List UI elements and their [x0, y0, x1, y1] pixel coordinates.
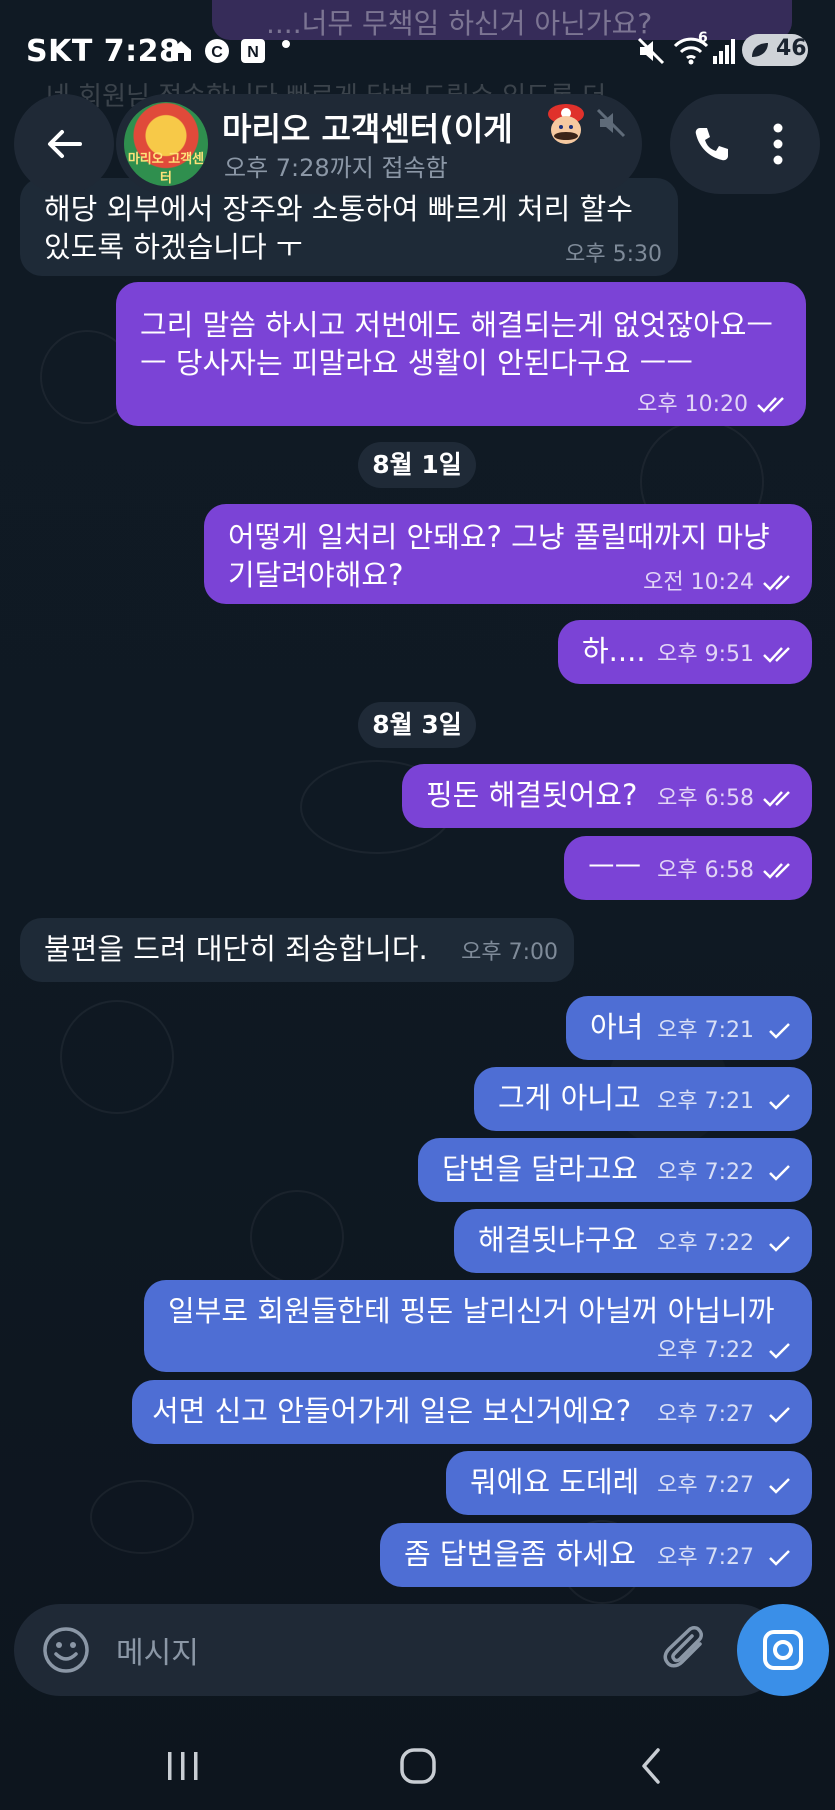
svg-text:N: N [247, 44, 259, 61]
check-icon [769, 1236, 790, 1252]
message-text-line: 있도록 하겠습니다 ㅜ [44, 230, 303, 264]
muted-speaker-icon [596, 108, 626, 138]
camera-button[interactable] [737, 1604, 829, 1696]
check-icon [769, 1023, 790, 1039]
message-outgoing[interactable]: 그리 말씀 하시고 저번에도 해결되는게 없엇잖아요ㅡ ㅡ 당사자는 피말라요 … [116, 282, 806, 426]
message-outgoing[interactable]: 아녀 오후 7:21 [566, 996, 812, 1060]
header-actions [670, 94, 820, 194]
chat-title-bar[interactable]: 마리오 고객센터 마리오 고객센터(이게 오후 7:28까지 접속함 [116, 94, 642, 194]
message-time: 오후 6:58 [657, 858, 754, 883]
double-check-icon [763, 863, 790, 879]
message-text-line: 어떻게 일처리 안돼요? 그냥 풀릴때까지 마냥 [228, 520, 770, 554]
message-outgoing[interactable]: 답변을 달라고요 오후 7:22 [418, 1138, 812, 1202]
message-outgoing[interactable]: ㅡㅡ 오후 6:58 [564, 836, 812, 900]
message-text-line: ㅡ 당사자는 피말라요 생활이 안된다구요 ㅡㅡ [140, 346, 694, 380]
back-button[interactable] [14, 94, 114, 194]
check-icon [769, 1478, 790, 1494]
message-time: 오후 7:22 [657, 1231, 754, 1256]
message-outgoing[interactable]: 해결됫냐구요 오후 7:22 [454, 1209, 812, 1273]
svg-text:C: C [211, 44, 223, 61]
signal-icon [713, 39, 735, 64]
status-bar: SKT 7:28 C N 6 46 [0, 0, 835, 100]
date-separator: 8월 3일 [358, 702, 476, 748]
message-outgoing[interactable]: 서면 신고 안들어가게 일은 보신거에요? 오후 7:27 [132, 1380, 812, 1444]
message-input[interactable]: 메시지 [116, 1628, 199, 1672]
message-text-line: 그리 말씀 하시고 저번에도 해결되는게 없엇잖아요ㅡ [140, 308, 774, 342]
message-composer: 메시지 [14, 1604, 784, 1696]
double-check-icon [763, 647, 790, 663]
chat-title: 마리오 고객센터(이게 [222, 110, 513, 148]
wifi-badge: 6 [698, 30, 708, 46]
message-time: 오후 7:22 [657, 1338, 754, 1363]
system-nav-bar [0, 1720, 835, 1810]
double-check-icon [757, 397, 784, 413]
message-outgoing[interactable]: 그게 아니고 오후 7:21 [474, 1067, 812, 1131]
message-time: 오후 7:21 [657, 1089, 754, 1114]
check-icon [769, 1550, 790, 1566]
avatar[interactable]: 마리오 고객센터 [124, 102, 208, 186]
message-time: 오후 7:27 [657, 1473, 754, 1498]
mute-icon [637, 37, 665, 65]
check-icon [769, 1407, 790, 1423]
double-check-icon [763, 575, 790, 591]
message-time: 오후 7:27 [657, 1402, 754, 1427]
message-time: 오후 5:30 [565, 242, 662, 267]
message-outgoing[interactable]: 일부로 회원들한테 핑돈 날리신거 아닐꺼 아닙니까 오후 7:22 [144, 1280, 812, 1372]
message-time: 오전 10:24 [643, 570, 754, 595]
message-outgoing[interactable]: 어떻게 일처리 안돼요? 그냥 풀릴때까지 마냥 기달려야해요? 오전 10:2… [204, 504, 812, 604]
c-app-icon: C [205, 39, 229, 63]
message-time: 오후 7:21 [657, 1018, 754, 1043]
last-seen-status: 오후 7:28까지 접속함 [224, 154, 448, 182]
message-time: 오후 10:20 [637, 392, 748, 417]
message-time: 오후 9:51 [657, 642, 754, 667]
message-outgoing[interactable]: 좀 답변을좀 하세요 오후 7:27 [380, 1523, 812, 1587]
phone-icon[interactable] [692, 124, 732, 164]
back-nav-icon[interactable] [636, 1746, 666, 1786]
message-incoming[interactable]: 불편을 드려 대단히 죄송합니다. 오후 7:00 [20, 918, 574, 982]
paperclip-icon[interactable] [662, 1624, 710, 1676]
message-outgoing[interactable]: 핑돈 해결됫어요? 오후 6:58 [402, 764, 812, 828]
message-time: 오후 6:58 [657, 786, 754, 811]
home-icon [171, 41, 191, 61]
check-icon [769, 1094, 790, 1110]
check-icon [769, 1343, 790, 1359]
more-vert-icon[interactable] [772, 122, 784, 166]
double-check-icon [763, 791, 790, 807]
message-outgoing[interactable]: 하.... 오후 9:51 [558, 620, 812, 684]
n-app-icon: N [241, 39, 265, 63]
message-time: 오후 7:27 [657, 1545, 754, 1570]
check-icon [769, 1165, 790, 1181]
carrier-time: SKT 7:28 [26, 34, 181, 69]
battery-level: 46 [776, 36, 807, 61]
home-button-icon[interactable] [398, 1746, 438, 1786]
arrow-left-icon [48, 130, 82, 158]
date-separator: 8월 1일 [358, 442, 476, 488]
message-outgoing[interactable]: 뭐에요 도데레 오후 7:27 [446, 1451, 812, 1515]
camera-icon [763, 1630, 803, 1670]
mario-icon [548, 104, 584, 144]
message-text-line: 일부로 회원들한테 핑돈 날리신거 아닐꺼 아닙니까 [168, 1294, 775, 1328]
smiley-icon[interactable] [42, 1626, 90, 1674]
message-time: 오후 7:00 [461, 940, 558, 965]
recent-apps-icon[interactable] [166, 1748, 200, 1784]
message-text-line: 해당 외부에서 장주와 소통하여 빠르게 처리 할수 [44, 192, 633, 226]
leaf-icon [752, 43, 768, 57]
notification-dot [282, 40, 290, 48]
avatar-label: 마리오 고객센터 [127, 152, 205, 186]
battery-icon: 46 [742, 34, 808, 66]
message-time: 오후 7:22 [657, 1160, 754, 1185]
